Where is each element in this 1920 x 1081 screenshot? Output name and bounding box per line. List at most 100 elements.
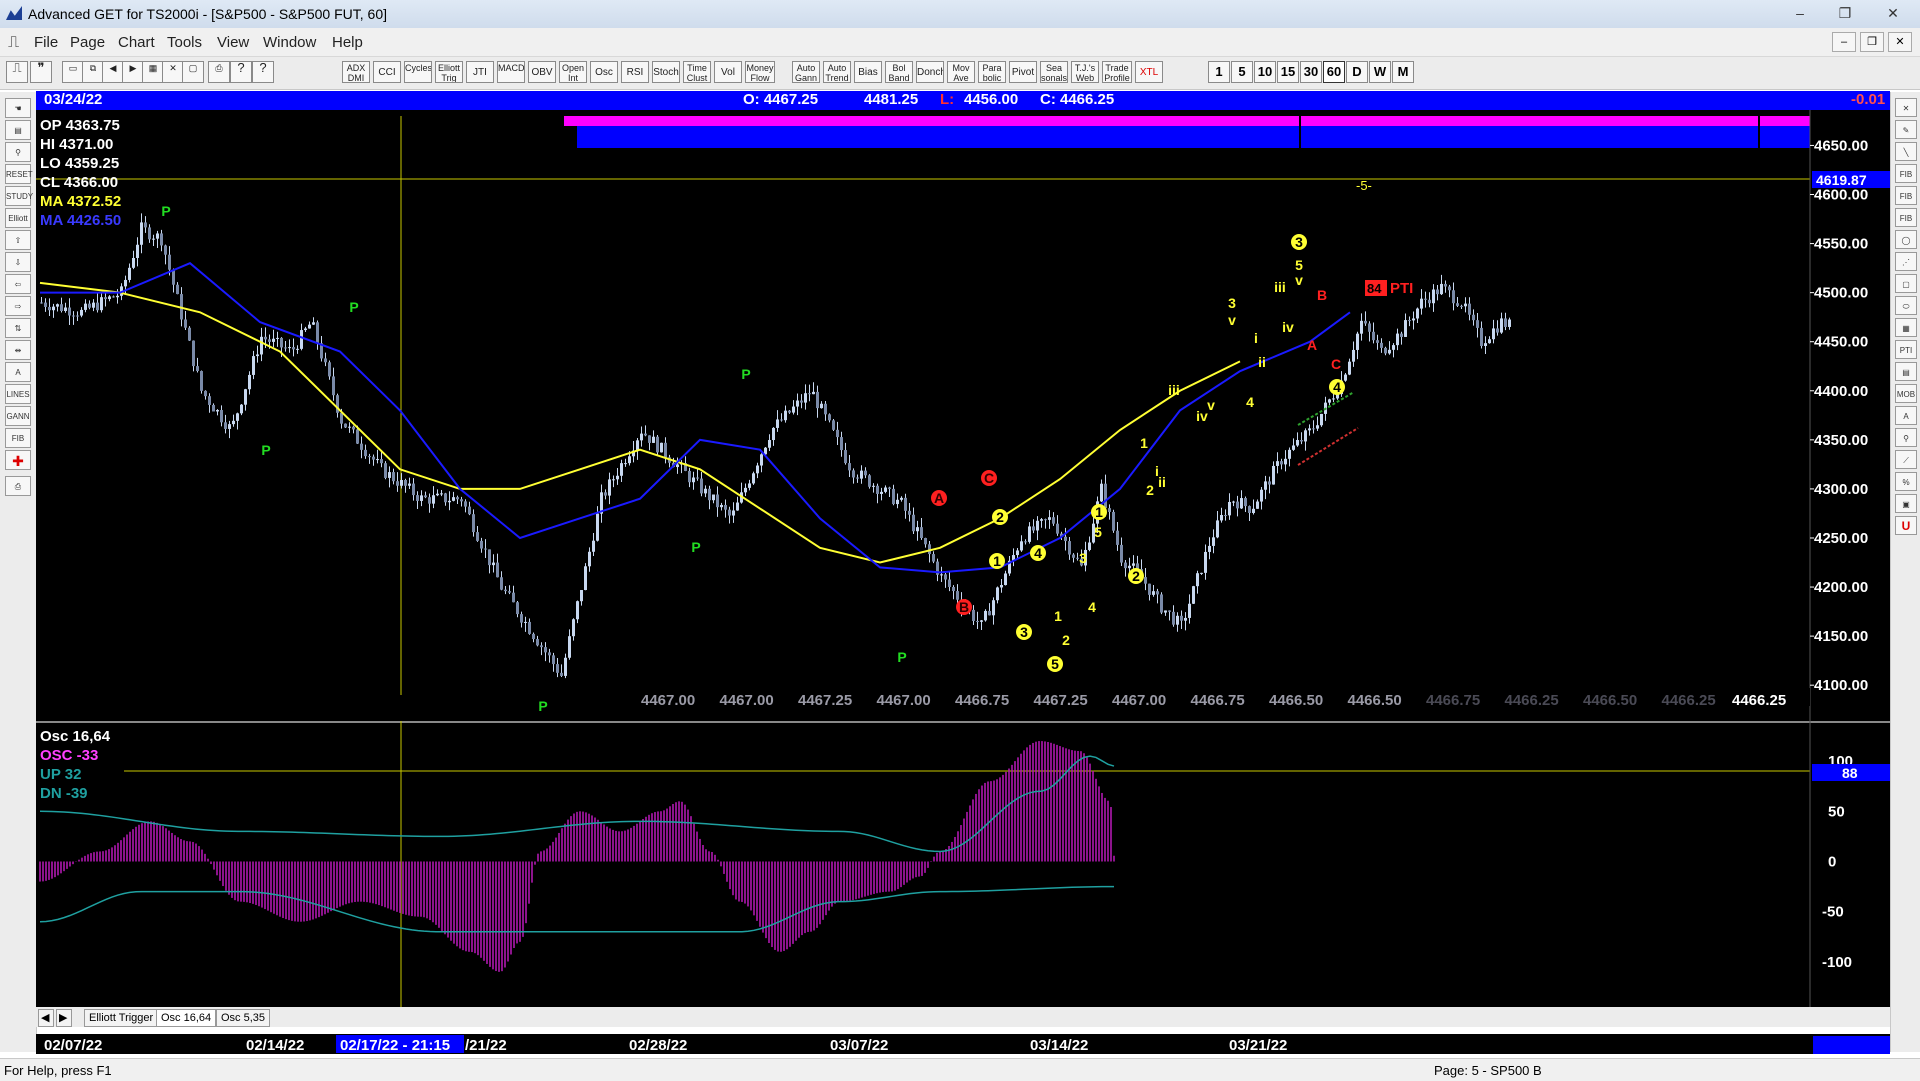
left-arrow-icon[interactable]: ⇦ xyxy=(5,274,31,294)
indicator-button-para-bolic[interactable]: Para bolic xyxy=(978,61,1006,83)
new-icon[interactable]: ⎍ xyxy=(6,61,28,83)
bars-icon[interactable]: ▤ xyxy=(5,120,31,140)
hand-icon[interactable]: ☚ xyxy=(5,98,31,118)
gann-box-icon[interactable]: ▣ xyxy=(1895,494,1917,513)
oscillator-panel[interactable]: 100 50 0 -50 -100 88 Osc 16,64 OSC -33 UP 32… xyxy=(36,721,1890,1007)
fib-ret-icon[interactable]: FIB xyxy=(1895,164,1917,183)
indicator-button-adx-dmi[interactable]: ADX DMI xyxy=(342,61,370,83)
pencil-icon[interactable]: ✎ xyxy=(1895,120,1917,139)
ellipse-icon[interactable]: ⬭ xyxy=(1895,296,1917,315)
up-arrow-icon[interactable]: ⇧ xyxy=(5,230,31,250)
minimize-button[interactable]: – xyxy=(1780,2,1820,24)
cross-icon[interactable]: ✕ xyxy=(162,61,184,83)
timeframe-button-w[interactable]: W xyxy=(1369,61,1391,83)
menu-tools[interactable]: Tools xyxy=(167,34,202,51)
price-chart-svg[interactable]: 4650.00 4600.00 4550.00 4500.00 4450.00 4400.… xyxy=(36,110,1890,722)
down-arrow-icon[interactable]: ⇩ xyxy=(5,252,31,272)
doc-icon[interactable]: ⎍ xyxy=(8,34,19,52)
fib-ext-icon[interactable]: FIB xyxy=(1895,186,1917,205)
arrow-right-icon[interactable]: ▶ xyxy=(122,61,144,83)
indicator-button-obv[interactable]: OBV xyxy=(528,61,556,83)
indicator-button-macd[interactable]: MACD xyxy=(497,61,525,83)
timeframe-button-10[interactable]: 10 xyxy=(1254,61,1276,83)
indicator-button-auto-gann[interactable]: Auto Gann xyxy=(792,61,820,83)
quote-icon[interactable]: ❞ xyxy=(30,61,52,83)
mob-icon[interactable]: MOB xyxy=(1895,384,1917,403)
indicator-button-stoch[interactable]: Stoch xyxy=(652,61,680,83)
indicator-button-jti[interactable]: JTI xyxy=(466,61,494,83)
tab-scroll-left-icon[interactable]: ◀ xyxy=(38,1009,54,1027)
menu-page[interactable]: Page xyxy=(70,34,105,51)
grid-tool-icon[interactable]: ▦ xyxy=(1895,318,1917,337)
expand-icon[interactable]: ⇹ xyxy=(5,340,31,360)
indicator-button-bol-band[interactable]: Bol Band xyxy=(885,61,913,83)
window-icon[interactable]: ▢ xyxy=(182,61,204,83)
tab-scroll-right-icon[interactable]: ▶ xyxy=(56,1009,72,1027)
indicator-button-cycles[interactable]: Cycles xyxy=(404,61,432,83)
indicator-button-mov-ave[interactable]: Mov Ave xyxy=(947,61,975,83)
indicator-button-money-flow[interactable]: Money Flow xyxy=(745,61,775,83)
timeframe-button-m[interactable]: M xyxy=(1392,61,1414,83)
price-chart[interactable]: 4650.00 4600.00 4550.00 4500.00 4450.00 4400.… xyxy=(36,110,1890,722)
menu-chart[interactable]: Chart xyxy=(118,34,155,51)
menu-view[interactable]: View xyxy=(217,34,249,51)
tab-elliott-trigger[interactable]: Elliott Trigger xyxy=(84,1009,159,1027)
page-icon[interactable]: ▭ xyxy=(62,61,84,83)
indicator-button-elliott-trig[interactable]: Elliott Trig xyxy=(435,61,463,83)
indicator-button-osc[interactable]: Osc xyxy=(590,61,618,83)
maximize-button[interactable]: ❐ xyxy=(1825,2,1865,24)
text-tool-icon[interactable]: A xyxy=(1895,406,1917,425)
percent-icon[interactable]: % xyxy=(1895,472,1917,491)
lines-icon[interactable]: LINES xyxy=(5,384,31,404)
wave-icon[interactable]: ⇅ xyxy=(5,318,31,338)
magnet-icon[interactable]: U xyxy=(1895,516,1917,535)
ruler-icon[interactable]: ⟋ xyxy=(1895,450,1917,469)
table-icon[interactable]: ▤ xyxy=(1895,362,1917,381)
timeframe-button-1[interactable]: 1 xyxy=(1208,61,1230,83)
timeframe-button-30[interactable]: 30 xyxy=(1300,61,1322,83)
menu-file[interactable]: File xyxy=(34,34,58,51)
mdi-minimize-button[interactable]: – xyxy=(1832,32,1856,52)
tab-osc-16-64[interactable]: Osc 16,64 xyxy=(156,1009,217,1027)
reset-icon[interactable]: RESET xyxy=(5,164,33,184)
right-arrow-icon[interactable]: ⇨ xyxy=(5,296,31,316)
pti-icon[interactable]: PTI xyxy=(1895,340,1917,359)
line-tool-icon[interactable]: ╲ xyxy=(1895,142,1917,161)
mdi-close-button[interactable]: ✕ xyxy=(1888,32,1912,52)
timeframe-button-15[interactable]: 15 xyxy=(1277,61,1299,83)
tab-osc-5-35[interactable]: Osc 5,35 xyxy=(216,1009,271,1027)
indicator-button-cci[interactable]: CCI xyxy=(373,61,401,83)
grid-icon[interactable]: ▦ xyxy=(142,61,164,83)
fan-icon[interactable]: ⋰ xyxy=(1895,252,1917,271)
zoom-icon[interactable]: ⚲ xyxy=(5,142,31,162)
indicator-button-sea-sonals[interactable]: Sea sonals xyxy=(1040,61,1068,83)
indicator-button-open-int[interactable]: Open Int xyxy=(559,61,587,83)
indicator-button-pivot[interactable]: Pivot xyxy=(1009,61,1037,83)
fib-icon[interactable]: FIB xyxy=(5,428,31,448)
indicator-button-t-j-s-web[interactable]: T.J.'s Web xyxy=(1071,61,1099,83)
indicator-button-donch[interactable]: Donch xyxy=(916,61,944,83)
indicator-button-time-clust[interactable]: Time Clust xyxy=(683,61,711,83)
oscillator-svg[interactable]: 100500-50-100 88 Osc 16,64 OSC -33 UP 32… xyxy=(36,721,1890,1007)
indicator-button-rsi[interactable]: RSI xyxy=(621,61,649,83)
copy-icon[interactable]: ⧉ xyxy=(82,61,104,83)
crosshair-icon[interactable]: ✚ xyxy=(5,450,31,470)
close-tool-icon[interactable]: ✕ xyxy=(1895,98,1917,117)
magnify-icon[interactable]: ⚲ xyxy=(1895,428,1917,447)
print-small-icon[interactable]: ⎙ xyxy=(5,476,31,496)
indicator-button-auto-trend[interactable]: Auto Trend xyxy=(823,61,851,83)
print-icon[interactable]: ⎙ xyxy=(208,61,230,83)
arrow-left-icon[interactable]: ◀ xyxy=(102,61,124,83)
close-button[interactable]: ✕ xyxy=(1870,2,1916,24)
timeframe-button-60[interactable]: 60 xyxy=(1323,61,1345,83)
box-icon[interactable]: ▢ xyxy=(1895,274,1917,293)
fib-time-icon[interactable]: FIB xyxy=(1895,208,1917,227)
indicator-button-bias[interactable]: Bias xyxy=(854,61,882,83)
mdi-restore-button[interactable]: ❐ xyxy=(1860,32,1884,52)
context-help-icon[interactable]: ? xyxy=(252,61,274,83)
help-icon[interactable]: ? xyxy=(230,61,252,83)
timeframe-button-5[interactable]: 5 xyxy=(1231,61,1253,83)
elliott-icon[interactable]: Elliott xyxy=(5,208,31,228)
study-icon[interactable]: STUDY xyxy=(5,186,33,206)
circle-icon[interactable]: ◯ xyxy=(1895,230,1917,249)
